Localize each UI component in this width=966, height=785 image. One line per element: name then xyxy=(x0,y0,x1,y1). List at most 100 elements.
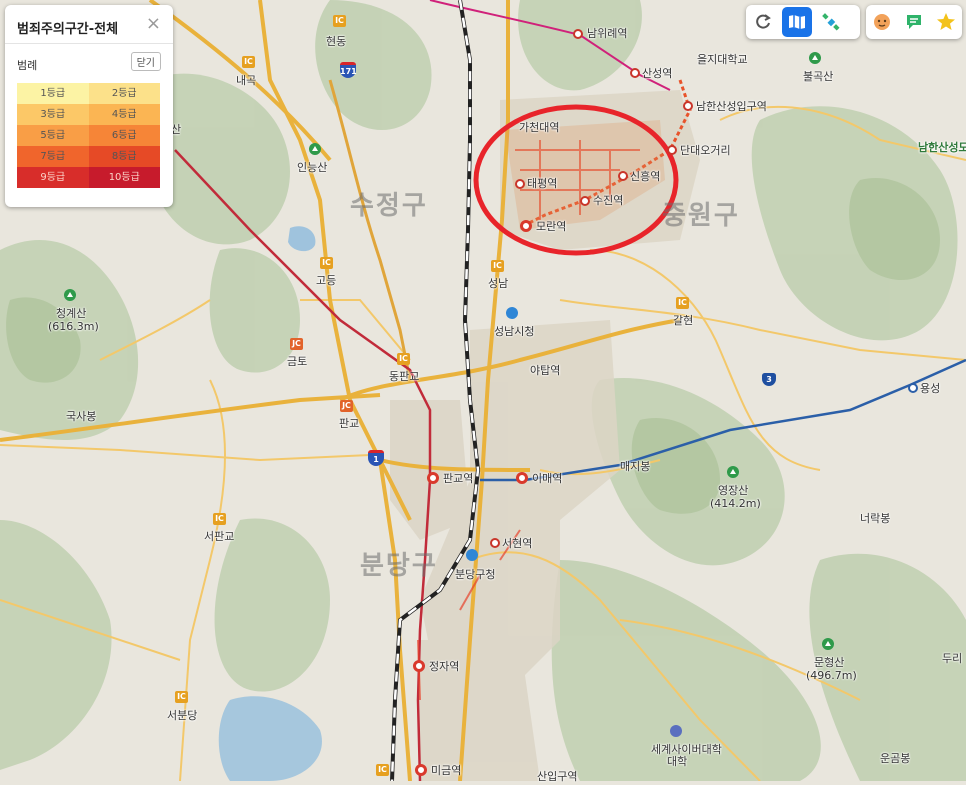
station-marker[interactable] xyxy=(580,196,590,206)
ic-label: 갈현 xyxy=(673,314,694,327)
star-icon[interactable] xyxy=(932,7,960,37)
station-marker[interactable] xyxy=(908,383,918,393)
place-label: 을지대학교 xyxy=(697,53,748,66)
station-marker[interactable] xyxy=(516,472,528,484)
place-label: (616.3m) xyxy=(48,320,99,333)
ic-icon: IC xyxy=(242,56,255,68)
station-marker[interactable] xyxy=(427,472,439,484)
place-label: 두리 xyxy=(942,652,963,665)
place-label: 청계산 xyxy=(56,307,87,320)
station-label[interactable]: 미금역 xyxy=(431,764,461,777)
station-label[interactable]: 정자역 xyxy=(429,660,459,673)
district-label: 중원구 xyxy=(662,201,740,231)
kid-icon[interactable] xyxy=(868,7,896,37)
place-label: 가천대역 xyxy=(519,121,560,134)
station-marker[interactable] xyxy=(630,68,640,78)
place-label: 매지봉 xyxy=(620,460,651,473)
service-toolbar xyxy=(866,5,962,39)
place-label: (414.2m) xyxy=(710,497,761,510)
ic-label: 내곡 xyxy=(236,74,257,87)
ic-icon: IC xyxy=(213,513,226,525)
refresh-icon[interactable] xyxy=(748,7,778,37)
station-marker[interactable] xyxy=(618,171,628,181)
station-label[interactable]: 산성역 xyxy=(642,67,672,80)
place-label: (496.7m) xyxy=(806,669,857,682)
place-label: 불곡산 xyxy=(803,70,834,83)
satellite-icon[interactable] xyxy=(816,7,846,37)
station-label[interactable]: 태평역 xyxy=(527,177,557,190)
ic-label: 성남 xyxy=(488,277,509,290)
station-marker[interactable] xyxy=(573,29,583,39)
legend-grade-cell: 7등급 xyxy=(17,146,89,167)
legend-grade-cell: 9등급 xyxy=(17,167,89,188)
mountain-icon xyxy=(309,143,321,155)
place-label: 대학 xyxy=(667,755,688,768)
station-marker[interactable] xyxy=(490,538,500,548)
ic-icon: IC xyxy=(320,257,333,269)
highway-shield-icon: 171 xyxy=(340,62,357,78)
ic-icon: IC xyxy=(397,353,410,365)
legend-grade-cell: 2등급 xyxy=(88,83,160,104)
station-marker[interactable] xyxy=(683,101,693,111)
jc-icon: JC xyxy=(290,338,303,350)
legend-grade-cell: 3등급 xyxy=(17,104,89,125)
ic-label: 서분당 xyxy=(167,709,198,722)
legend-grade-list: 1등급 2등급 3등급 4등급 5등급 6등급 7등급 8등급 9등급 10등급 xyxy=(17,83,160,188)
legend-grade-cell: 6등급 xyxy=(88,125,160,146)
station-label[interactable]: 서현역 xyxy=(502,537,532,550)
city-hall-icon xyxy=(506,307,518,319)
place-label: 영장산 xyxy=(718,484,749,497)
place-label: 문형산 xyxy=(814,656,845,669)
legend-divider xyxy=(5,43,173,44)
station-marker[interactable] xyxy=(415,764,427,776)
ic-label: 고등 xyxy=(316,274,337,287)
university-icon xyxy=(670,725,682,737)
station-label[interactable]: 이매역 xyxy=(532,472,562,485)
legend-grade-cell: 8등급 xyxy=(88,146,160,167)
station-label[interactable]: 야탑역 xyxy=(530,364,560,377)
station-label[interactable]: 남한산성입구역 xyxy=(696,100,767,113)
mountain-icon xyxy=(809,52,821,64)
place-label: 인능산 xyxy=(297,161,328,174)
ic-icon: IC xyxy=(376,764,389,776)
station-label[interactable]: 용성 xyxy=(920,382,940,395)
ic-label: 금토 xyxy=(287,355,308,368)
station-label[interactable]: 모란역 xyxy=(536,220,566,233)
legend-grade-cell: 10등급 xyxy=(88,167,160,188)
station-marker[interactable] xyxy=(515,179,525,189)
station-label[interactable]: 단대오거리 xyxy=(680,144,731,157)
place-label: 성남시청 xyxy=(494,325,535,338)
station-label[interactable]: 판교역 xyxy=(443,472,473,485)
highway-shield-icon: 1 xyxy=(368,450,384,466)
district-label: 수정구 xyxy=(350,191,428,221)
station-label[interactable]: 수진역 xyxy=(593,194,623,207)
place-label: 운곰봉 xyxy=(880,752,911,765)
ic-icon: IC xyxy=(333,15,346,27)
legend-title: 범죄주의구간-전체 xyxy=(17,22,119,37)
legend-grade-cell: 5등급 xyxy=(17,125,89,146)
place-label: 국사봉 xyxy=(66,410,97,423)
ic-icon: IC xyxy=(175,691,188,703)
close-icon[interactable]: × xyxy=(146,15,161,33)
jc-icon: JC xyxy=(340,400,353,412)
ic-label: 현동 xyxy=(326,35,347,48)
station-marker[interactable] xyxy=(413,660,425,672)
mountain-icon xyxy=(727,466,739,478)
station-label[interactable]: 남위례역 xyxy=(587,27,627,40)
map-icon[interactable] xyxy=(782,7,812,37)
station-marker[interactable] xyxy=(520,220,532,232)
legend-panel: 범죄주의구간-전체 × 범례 닫기 1등급 2등급 3등급 4등급 5등급 6등급 7등급 8… xyxy=(5,5,173,207)
ic-icon: IC xyxy=(491,260,504,272)
place-label: 너락봉 xyxy=(860,512,891,525)
map-toolbar xyxy=(746,5,860,39)
ic-label: 판교 xyxy=(339,417,360,430)
legend-close-button[interactable]: 닫기 xyxy=(130,52,161,71)
chat-icon[interactable] xyxy=(900,7,928,37)
mountain-icon xyxy=(822,638,834,650)
legend-subtitle: 범례 xyxy=(17,59,38,72)
legend-grade-cell: 1등급 xyxy=(17,83,89,104)
station-marker[interactable] xyxy=(667,145,677,155)
district-office-icon xyxy=(466,549,478,561)
ic-label: 서판교 xyxy=(204,530,235,543)
station-label[interactable]: 신흥역 xyxy=(630,170,660,183)
